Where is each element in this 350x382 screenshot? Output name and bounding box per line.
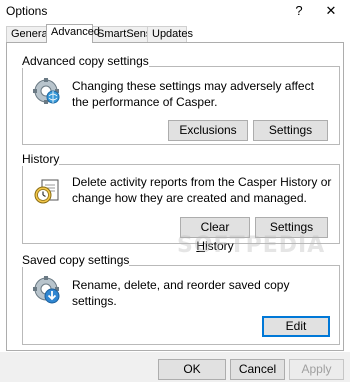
ok-button[interactable]: OK [158, 359, 226, 380]
apply-button[interactable]: Apply [289, 359, 344, 380]
advanced-copy-description: Changing these settings may adversely af… [72, 79, 314, 109]
advanced-copy-heading: Advanced copy settings [22, 54, 149, 68]
watermark: SOFTPEDIA [177, 233, 326, 258]
edit-button[interactable]: Edit [262, 316, 330, 337]
clock-document-icon [34, 179, 59, 204]
ok-label: OK [183, 362, 201, 376]
tab-updates[interactable]: Updates [147, 26, 193, 42]
history-group: Delete activity reports from the Casper … [22, 152, 340, 253]
tab-general[interactable]: General [6, 26, 50, 42]
gear-globe-icon [33, 78, 60, 104]
saved-copy-box: Rename, delete, and reorder saved copy s… [22, 265, 340, 345]
advanced-settings-label: Settings [268, 123, 313, 137]
advanced-copy-group: Changing these settings may adversely af… [22, 54, 340, 145]
advanced-copy-settings-button[interactable]: Settings [253, 120, 328, 141]
tab-advanced[interactable]: Advanced [46, 24, 100, 43]
help-button[interactable]: ? [288, 1, 310, 21]
history-heading: History [22, 152, 60, 166]
close-button[interactable]: ✕ [320, 1, 342, 21]
cancel-button[interactable]: Cancel [230, 359, 285, 380]
gear-download-icon [33, 276, 60, 304]
exclusions-button[interactable]: Exclusions [168, 120, 248, 141]
history-settings-label: Settings [269, 220, 314, 234]
title-bar: Options ? ✕ [0, 0, 350, 22]
clear-history-label-pre: Clear [200, 220, 230, 234]
history-description: Delete activity reports from the Casper … [72, 175, 332, 205]
apply-label: Apply [301, 362, 332, 376]
advanced-copy-box: Changing these settings may adversely af… [22, 66, 340, 145]
history-box: Delete activity reports from the Casper … [22, 164, 340, 253]
saved-copy-description: Rename, delete, and reorder saved copy s… [72, 278, 290, 308]
window-title: Options [6, 4, 48, 18]
exclusions-label: Exclusions [179, 123, 237, 137]
saved-copy-group: Rename, delete, and reorder saved copy s… [22, 253, 340, 345]
edit-label: Edit [285, 319, 307, 333]
cancel-label: Cancel [238, 362, 277, 376]
saved-copy-heading: Saved copy settings [22, 253, 130, 267]
tab-smartsense[interactable]: SmartSense [92, 26, 158, 42]
dialog-footer: OK Cancel Apply [0, 352, 350, 382]
tab-panel-advanced: Changing these settings may adversely af… [6, 42, 344, 351]
